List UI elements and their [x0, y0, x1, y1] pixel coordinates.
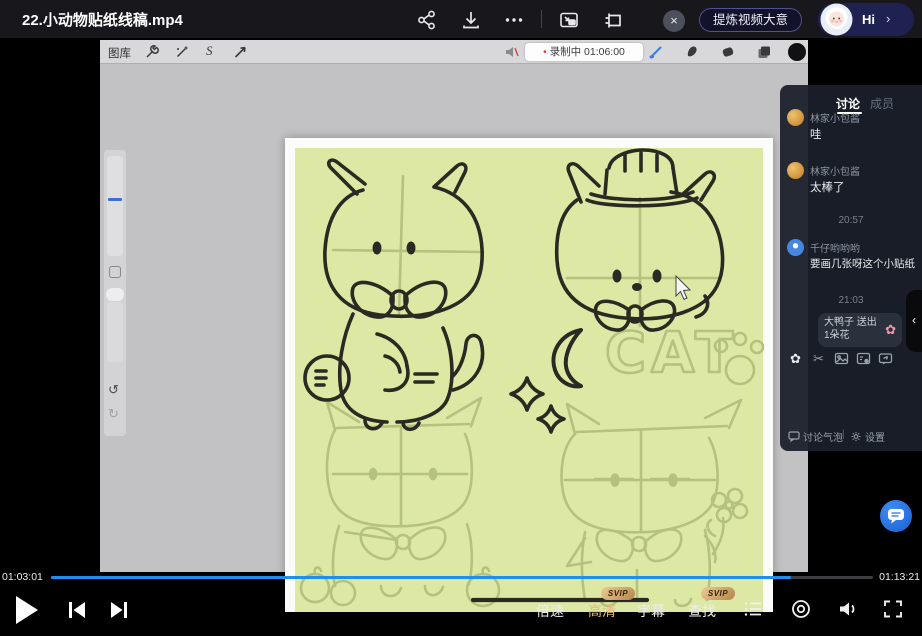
share-icon[interactable]: [416, 9, 438, 31]
chevron-right-icon: ›: [886, 11, 890, 26]
transform-arrow-icon[interactable]: [233, 44, 249, 60]
scissors-icon[interactable]: ✂: [811, 351, 826, 366]
video-frame[interactable]: 图库 S •录制中 01:06:00: [100, 40, 808, 572]
layers-icon[interactable]: [756, 44, 772, 60]
brush-size-slider[interactable]: [107, 156, 123, 256]
cast-screen-icon[interactable]: [602, 9, 624, 31]
eraser-icon[interactable]: [720, 44, 736, 60]
chat-message: 太棒了: [810, 179, 845, 195]
bubble-toggle[interactable]: 讨论气泡: [788, 429, 843, 444]
modify-button[interactable]: [109, 266, 121, 278]
chat-bubble-icon: [788, 431, 800, 442]
gift-message: 大鸭子 送出1朵花 ✿: [818, 313, 902, 347]
screen: 22.小动物贴纸线稿.mp4 × 提炼视频大意 Hi › 图库: [0, 0, 922, 636]
summarize-video-button[interactable]: 提炼视频大意: [699, 8, 802, 32]
adjustments-wand-icon[interactable]: [174, 44, 190, 60]
smudge-icon[interactable]: [684, 44, 700, 60]
chat-settings[interactable]: 设置: [850, 429, 885, 444]
chat-username: 千仔哟哟哟: [810, 240, 860, 255]
footer-divider: |: [842, 429, 845, 440]
player-controls: 倍速 高清 SVIP 字幕 查找 SVIP: [0, 585, 922, 636]
tab-members[interactable]: 成员: [870, 95, 894, 112]
gift-text: 大鸭子 送出1朵花: [824, 317, 880, 342]
assistant-label: Hi: [862, 12, 875, 27]
find-button[interactable]: 查找: [688, 601, 716, 621]
previous-video-button[interactable]: [66, 599, 88, 621]
avatar[interactable]: [787, 239, 804, 256]
chat-username: 林家小包酱: [810, 163, 860, 178]
drawing-canvas[interactable]: CAT: [285, 138, 773, 612]
svip-badge: SVIP: [601, 587, 635, 600]
brush-icon[interactable]: [648, 44, 664, 60]
header-bar: 22.小动物贴纸线稿.mp4 × 提炼视频大意 Hi ›: [0, 0, 922, 38]
video-title: 22.小动物贴纸线稿.mp4: [22, 9, 183, 30]
play-button[interactable]: [16, 596, 38, 624]
redo-icon[interactable]: ↻: [108, 406, 119, 422]
chat-panel: 讨论 成员 林家小包酱 哇 林家小包酱 太棒了 20:57 千仔哟哟哟 要画几张…: [780, 85, 922, 451]
recording-text: 录制中 01:06:00: [550, 46, 625, 58]
chat-username: 林家小包酱: [810, 110, 860, 125]
current-time: 01:03:01: [2, 571, 43, 583]
volume-icon[interactable]: [837, 598, 859, 620]
drawing-app-toolbar: 图库 S •录制中 01:06:00: [100, 40, 808, 64]
wrench-icon[interactable]: [144, 44, 160, 60]
cat-word: CAT: [605, 321, 738, 386]
playlist-icon[interactable]: [742, 598, 764, 620]
subtitles-button[interactable]: 字幕: [637, 601, 665, 621]
avatar[interactable]: [787, 109, 804, 126]
collapse-arrow-icon: ‹: [912, 313, 916, 327]
color-swatch[interactable]: [788, 43, 806, 61]
opacity-slider[interactable]: [107, 302, 123, 362]
floating-chat-button[interactable]: [880, 500, 912, 532]
svip-badge: SVIP: [701, 587, 735, 600]
flower-icon: ✿: [885, 322, 896, 338]
image-icon[interactable]: [834, 351, 849, 366]
sticker-image-icon[interactable]: [856, 351, 871, 366]
record-loop-icon[interactable]: [790, 598, 812, 620]
recording-dot-icon: •: [543, 47, 547, 58]
mini-player-icon[interactable]: [558, 9, 580, 31]
chat-timestamp: 21:03: [780, 295, 922, 306]
next-video-button[interactable]: [108, 599, 130, 621]
undo-icon[interactable]: ↺: [108, 382, 119, 398]
gear-icon: [850, 431, 862, 442]
chat-timestamp: 20:57: [780, 215, 922, 226]
send-flower-icon[interactable]: ✿: [788, 351, 803, 366]
recording-status: •录制中 01:06:00: [525, 43, 643, 61]
quality-button[interactable]: 高清: [588, 601, 616, 621]
fullscreen-icon[interactable]: [882, 598, 904, 620]
download-icon[interactable]: [460, 9, 482, 31]
more-icon[interactable]: [503, 9, 525, 31]
playback-speed-button[interactable]: 倍速: [536, 601, 564, 621]
gallery-button[interactable]: 图库: [108, 45, 131, 61]
seek-bar[interactable]: [51, 576, 873, 579]
ai-assistant-button[interactable]: Hi ›: [818, 3, 914, 36]
progress-row: 01:03:01 01:13:21: [0, 570, 922, 584]
close-icon[interactable]: ×: [663, 10, 685, 32]
chat-bubble-icon: [887, 508, 905, 524]
chat-message: 要画几张呀这个小贴纸: [810, 256, 918, 271]
progress-played: [51, 576, 791, 579]
assistant-avatar: [820, 3, 853, 36]
panel-collapse-handle[interactable]: ‹: [906, 290, 922, 352]
chat-quick-actions: ✿ ✂: [780, 351, 922, 369]
slider-handle[interactable]: [108, 198, 122, 201]
opacity-slider-thumb[interactable]: [106, 288, 124, 301]
avatar[interactable]: [787, 162, 804, 179]
chat-message: 哇: [810, 126, 822, 142]
total-duration: 01:13:21: [879, 571, 920, 583]
chat-footer: 讨论气泡 | 设置: [780, 427, 922, 445]
bubble-share-icon[interactable]: [878, 351, 893, 366]
header-divider: [541, 10, 542, 28]
muted-speaker-icon[interactable]: [504, 44, 520, 60]
brush-sidebar: ↺ ↻: [104, 150, 126, 436]
selection-icon[interactable]: S: [206, 43, 213, 59]
